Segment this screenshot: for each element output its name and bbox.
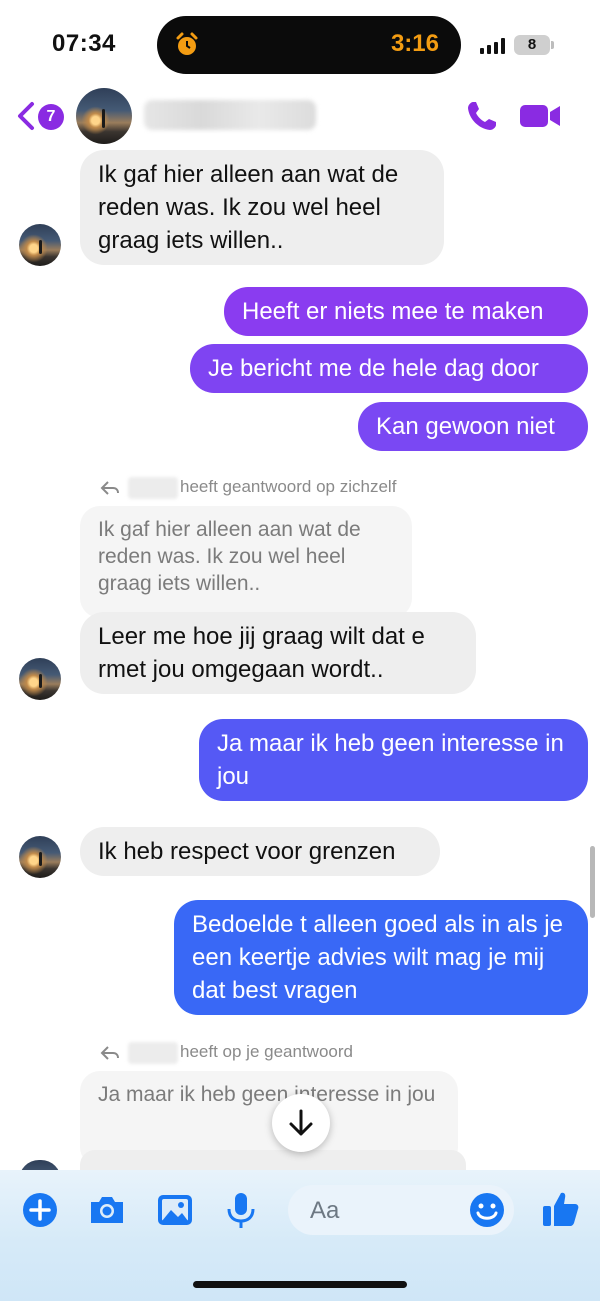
reply-indicator: heeft op je geantwoord (100, 1040, 353, 1064)
sender-name-redacted (128, 476, 178, 499)
outgoing-message[interactable]: Bedoelde t alleen goed als in als je een… (174, 900, 588, 1015)
reply-arrow-icon (100, 1045, 119, 1060)
alarm-clock-icon (176, 32, 198, 55)
incoming-message[interactable]: Ik gaf hier alleen aan wat de reden was.… (80, 150, 444, 265)
contact-name-redacted[interactable] (144, 100, 316, 130)
scrollbar[interactable] (590, 846, 595, 918)
home-indicator[interactable] (193, 1281, 407, 1288)
sender-avatar[interactable] (19, 658, 61, 700)
incoming-message[interactable]: Leer me hoe jij graag wilt dat e rmet jo… (80, 612, 476, 694)
outgoing-message[interactable]: Je bericht me de hele dag door (190, 344, 588, 393)
microphone-icon[interactable] (221, 1190, 261, 1230)
arrow-down-icon (289, 1109, 313, 1136)
status-time: 07:34 (52, 30, 116, 57)
phone-icon[interactable] (464, 98, 500, 134)
timer-readout: 3:16 (390, 30, 439, 57)
signal-icon (480, 38, 508, 54)
battery-level: 8 (527, 36, 537, 53)
emoji-icon[interactable] (467, 1190, 507, 1230)
quoted-message[interactable]: Ik gaf hier alleen aan wat de reden was.… (80, 506, 412, 618)
camera-icon[interactable] (87, 1190, 127, 1230)
thumbs-up-icon[interactable] (540, 1188, 582, 1230)
outgoing-message[interactable]: Ja maar ik heb geen interesse in jou (199, 719, 588, 801)
unread-badge[interactable]: 7 (38, 104, 64, 130)
sender-avatar[interactable] (19, 836, 61, 878)
reply-indicator: heeft geantwoord op zichzelf (100, 475, 396, 499)
outgoing-message[interactable]: Heeft er niets mee te maken (224, 287, 588, 336)
contact-avatar[interactable] (76, 88, 132, 144)
sender-name-redacted (128, 1041, 178, 1064)
reply-arrow-icon (100, 480, 119, 495)
message-input-placeholder: Aa (310, 1197, 340, 1224)
incoming-message[interactable]: Ik heb respect voor grenzen (80, 827, 440, 876)
outgoing-message[interactable]: Kan gewoon niet (358, 402, 588, 451)
scroll-to-bottom-button[interactable] (272, 1094, 330, 1152)
sender-avatar[interactable] (19, 224, 61, 266)
reply-label: heeft geantwoord op zichzelf (180, 477, 397, 496)
battery-nub (551, 41, 554, 49)
video-camera-icon[interactable] (518, 98, 562, 134)
reply-label: heeft op je geantwoord (180, 1042, 353, 1061)
plus-circle-icon[interactable] (20, 1190, 60, 1230)
dynamic-island[interactable]: 3:16 (157, 16, 461, 74)
image-icon[interactable] (155, 1190, 195, 1230)
